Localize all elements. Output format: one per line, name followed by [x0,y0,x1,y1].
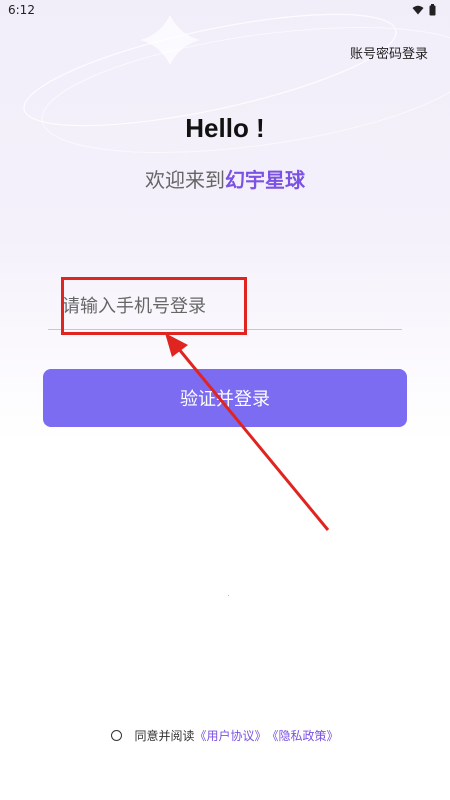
status-icons [412,4,436,16]
hello-title: Hello ! [185,113,265,143]
user-agreement-link[interactable]: 《用户协议》 [194,727,266,744]
phone-input[interactable] [48,283,402,329]
status-time: 6:12 [8,3,35,17]
agreement-row: 同意并阅读 《用户协议》 《隐私政策》 [0,727,450,744]
verify-login-label: 验证并登录 [180,389,270,410]
decorative-dot [228,595,229,596]
verify-login-button[interactable]: 验证并登录 [43,369,407,427]
login-screen: 6:12 账号密码登录 Hello ! 欢迎来到幻宇星球 验证并登录 同意并阅读… [0,0,450,800]
agree-radio-button[interactable] [111,730,123,741]
privacy-policy-link[interactable]: 《隐私政策》 [267,727,339,744]
brand-name: 幻宇星球 [225,168,305,192]
wifi-icon [412,5,424,15]
agree-text: 同意并阅读 [134,729,195,743]
battery-icon [429,4,436,16]
phone-field [48,283,402,330]
welcome-prefix: 欢迎来到 [145,168,225,192]
status-bar: 6:12 [0,0,450,22]
welcome-subtitle: 欢迎来到幻宇星球 [0,164,450,193]
account-password-login-link[interactable]: 账号密码登录 [350,43,428,62]
